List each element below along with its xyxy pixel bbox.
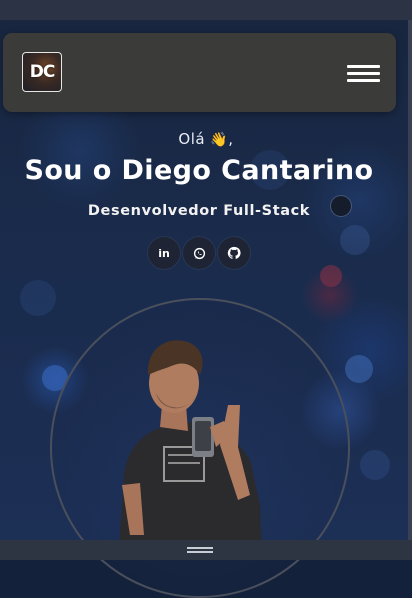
page-title: Sou o Diego Cantarino	[24, 155, 374, 186]
logo-text: DC	[29, 62, 56, 82]
top-browser-strip	[0, 0, 412, 20]
bottom-drag-bar[interactable]	[0, 540, 412, 560]
whatsapp-icon	[193, 247, 205, 259]
github-icon	[227, 246, 241, 259]
waving-hand-icon: 👋	[210, 132, 229, 148]
navbar: DC	[3, 33, 396, 112]
site-logo[interactable]: DC	[22, 52, 62, 92]
profile-photo	[118, 340, 262, 560]
whatsapp-button[interactable]	[183, 237, 215, 269]
linkedin-button[interactable]: in	[148, 237, 180, 269]
bokeh-light	[340, 225, 370, 255]
bokeh-light	[360, 450, 390, 480]
bokeh-light	[20, 280, 56, 316]
bokeh-light	[320, 265, 342, 287]
greeting-suffix: ,	[228, 130, 234, 148]
hamburger-icon[interactable]	[347, 65, 380, 82]
theme-toggle-dot[interactable]	[331, 196, 351, 216]
greeting: Olá 👋,	[0, 130, 412, 148]
scrollbar-track[interactable]	[408, 20, 412, 540]
linkedin-icon: in	[158, 246, 170, 260]
drag-handle[interactable]	[187, 547, 213, 549]
bokeh-light	[345, 355, 373, 383]
drag-handle[interactable]	[187, 551, 213, 553]
greeting-text: Olá	[178, 130, 206, 148]
github-button[interactable]	[218, 237, 250, 269]
